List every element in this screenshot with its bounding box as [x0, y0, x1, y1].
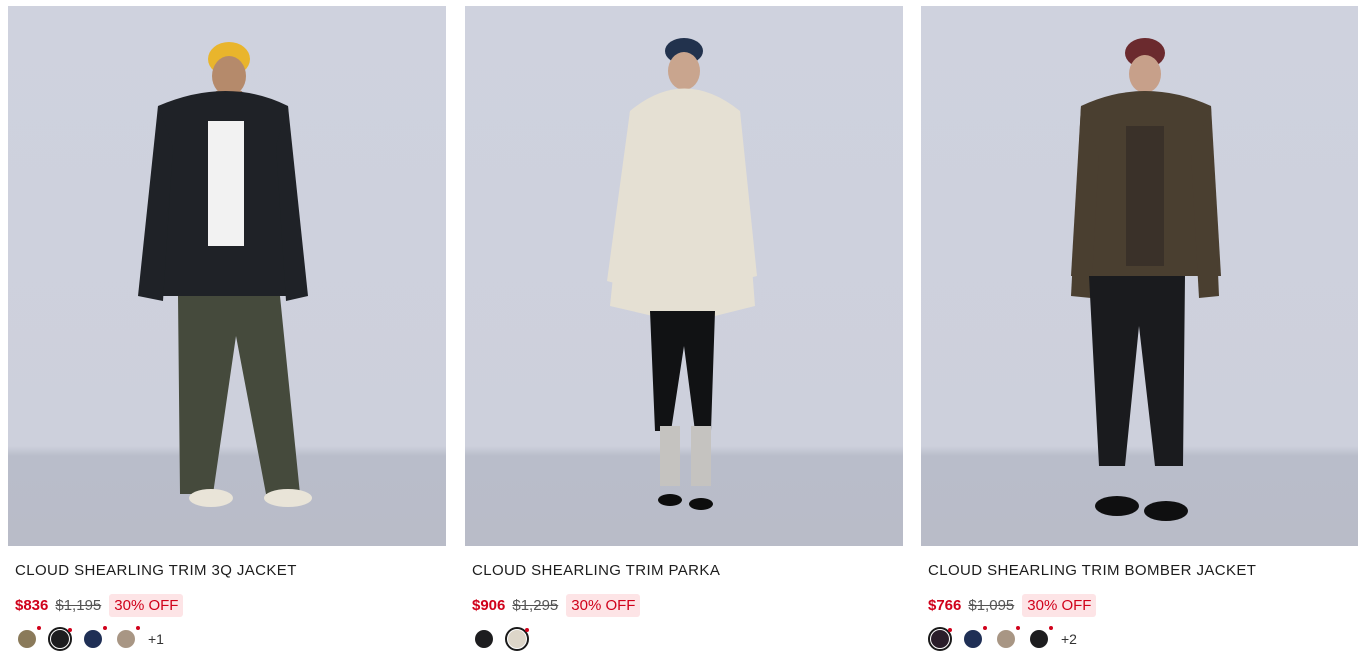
color-swatch[interactable]	[961, 626, 987, 651]
model-figure	[607, 38, 757, 510]
price-row: $836 $1,195 30% OFF	[15, 592, 446, 618]
original-price: $1,195	[55, 596, 102, 614]
color-swatch[interactable]	[994, 626, 1020, 651]
price-row: $766 $1,095 30% OFF	[928, 592, 1358, 618]
discount-badge: 30% OFF	[1022, 593, 1097, 617]
new-color-indicator	[1049, 626, 1053, 630]
sale-price: $766	[928, 596, 962, 614]
product-image[interactable]	[465, 6, 903, 546]
discount-badge: 30% OFF	[109, 593, 184, 617]
product-card[interactable]: CLOUD SHEARLING TRIM 3Q JACKET $836 $1,1…	[8, 6, 446, 652]
sale-price: $836	[15, 596, 49, 614]
color-swatch-selected[interactable]	[505, 627, 529, 651]
color-swatches: +1	[15, 626, 446, 652]
product-name[interactable]: CLOUD SHEARLING TRIM BOMBER JACKET	[928, 562, 1358, 580]
discount-badge: 30% OFF	[566, 593, 641, 617]
new-color-indicator	[103, 626, 107, 630]
color-swatch[interactable]	[81, 626, 107, 651]
color-swatch[interactable]	[15, 626, 41, 651]
new-color-indicator	[136, 626, 140, 630]
product-image[interactable]	[921, 6, 1358, 546]
new-color-indicator	[1016, 626, 1020, 630]
new-color-indicator	[525, 628, 529, 632]
color-swatch[interactable]	[1027, 626, 1053, 651]
original-price: $1,095	[968, 596, 1015, 614]
original-price: $1,295	[512, 596, 559, 614]
color-swatch-selected[interactable]	[928, 627, 952, 651]
model-figure	[1071, 38, 1221, 521]
color-swatches	[472, 626, 903, 652]
color-swatches: +2	[928, 626, 1358, 652]
sale-price: $906	[472, 596, 506, 614]
new-color-indicator	[37, 626, 41, 630]
model-figure	[138, 42, 312, 507]
color-swatch[interactable]	[472, 627, 496, 651]
product-name[interactable]: CLOUD SHEARLING TRIM 3Q JACKET	[15, 562, 446, 580]
price-row: $906 $1,295 30% OFF	[472, 592, 903, 618]
more-colors-link[interactable]: +2	[1061, 631, 1077, 647]
new-color-indicator	[68, 628, 72, 632]
product-card[interactable]: CLOUD SHEARLING TRIM PARKA $906 $1,295 3…	[465, 6, 903, 652]
new-color-indicator	[948, 628, 952, 632]
new-color-indicator	[983, 626, 987, 630]
more-colors-link[interactable]: +1	[148, 631, 164, 647]
product-name[interactable]: CLOUD SHEARLING TRIM PARKA	[472, 562, 903, 580]
product-image[interactable]	[8, 6, 446, 546]
color-swatch[interactable]	[114, 626, 140, 651]
color-swatch-selected[interactable]	[48, 627, 72, 651]
product-card[interactable]: CLOUD SHEARLING TRIM BOMBER JACKET $766 …	[921, 6, 1358, 652]
